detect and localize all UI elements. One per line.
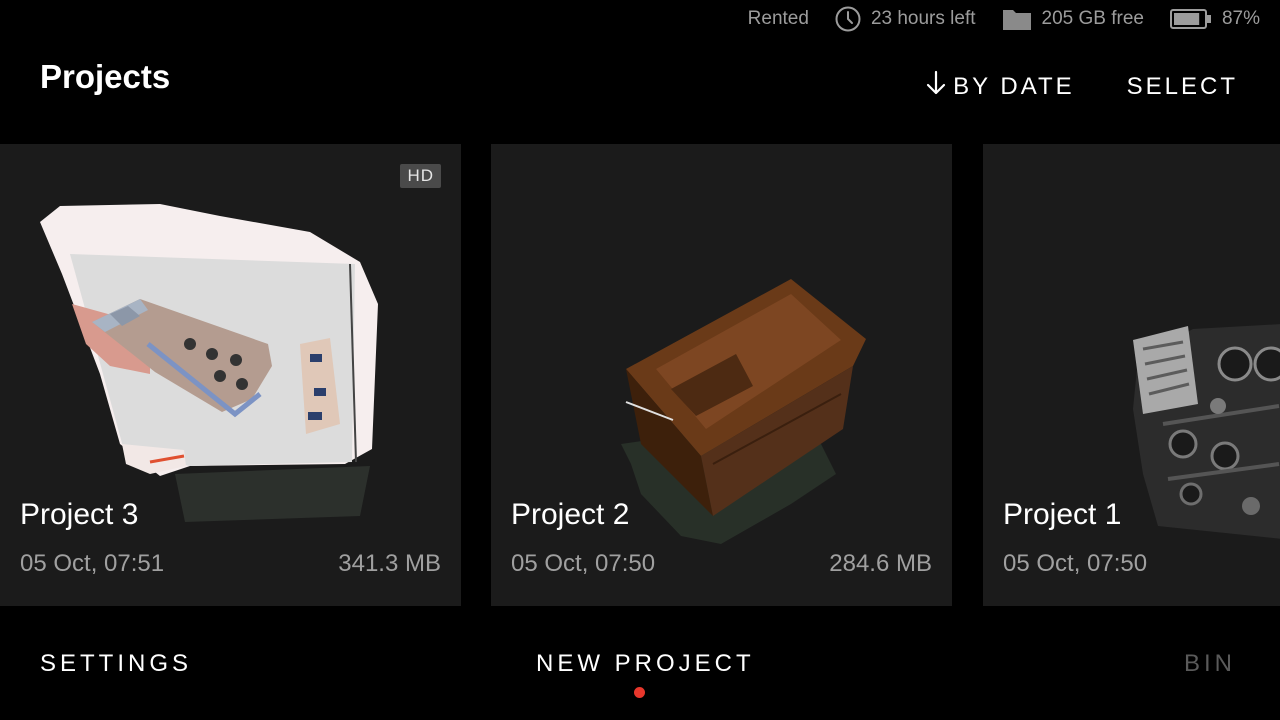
storage-status: 205 GB free xyxy=(1002,7,1144,31)
storage-label: 205 GB free xyxy=(1041,8,1144,29)
project-name: Project 3 xyxy=(20,498,139,531)
project-name: Project 1 xyxy=(1003,498,1122,531)
rental-label: Rented xyxy=(747,8,809,29)
project-size: 284.6 MB xyxy=(829,550,932,577)
project-date: 05 Oct, 07:50 xyxy=(511,550,656,577)
new-project-button[interactable]: NEW PROJECT xyxy=(536,650,755,678)
project-date: 05 Oct, 07:50 xyxy=(1003,550,1148,577)
time-left-status: 23 hours left xyxy=(835,6,976,32)
project-2-thumbnail xyxy=(621,279,866,544)
status-bar: Rented 23 hours left 205 GB free 87% xyxy=(748,0,1260,38)
project-carousel[interactable]: HD Project 3 05 Oct, 07:51 341.3 MB Proj… xyxy=(0,144,1280,606)
header-actions: BY DATE SELECT xyxy=(925,70,1238,103)
project-name: Project 2 xyxy=(511,498,630,531)
folder-icon xyxy=(1002,7,1032,31)
project-3-thumbnail xyxy=(40,204,378,522)
project-card[interactable]: HD Project 3 05 Oct, 07:51 341.3 MB xyxy=(0,144,461,606)
arrow-down-icon xyxy=(925,70,947,103)
project-1-thumbnail xyxy=(1133,324,1280,539)
clock-icon xyxy=(835,6,861,32)
sort-label: BY DATE xyxy=(953,72,1075,100)
project-card[interactable]: Project 2 05 Oct, 07:50 284.6 MB xyxy=(491,144,952,606)
select-button[interactable]: SELECT xyxy=(1127,73,1238,101)
settings-button[interactable]: SETTINGS xyxy=(40,650,192,678)
battery-icon xyxy=(1169,8,1212,30)
project-date: 05 Oct, 07:51 xyxy=(20,550,165,577)
project-card[interactable]: Project 1 05 Oct, 07:50 xyxy=(983,144,1280,606)
record-indicator-dot xyxy=(634,687,645,698)
project-size: 341.3 MB xyxy=(338,550,441,577)
page-title: Projects xyxy=(40,58,171,95)
time-left-label: 23 hours left xyxy=(870,8,976,29)
hd-badge: HD xyxy=(400,164,441,188)
bin-button[interactable]: BIN xyxy=(1184,650,1236,678)
rental-status: Rented xyxy=(748,8,809,30)
battery-label: 87% xyxy=(1221,8,1260,29)
battery-status: 87% xyxy=(1169,8,1260,30)
sort-by-date-button[interactable]: BY DATE xyxy=(925,70,1074,103)
